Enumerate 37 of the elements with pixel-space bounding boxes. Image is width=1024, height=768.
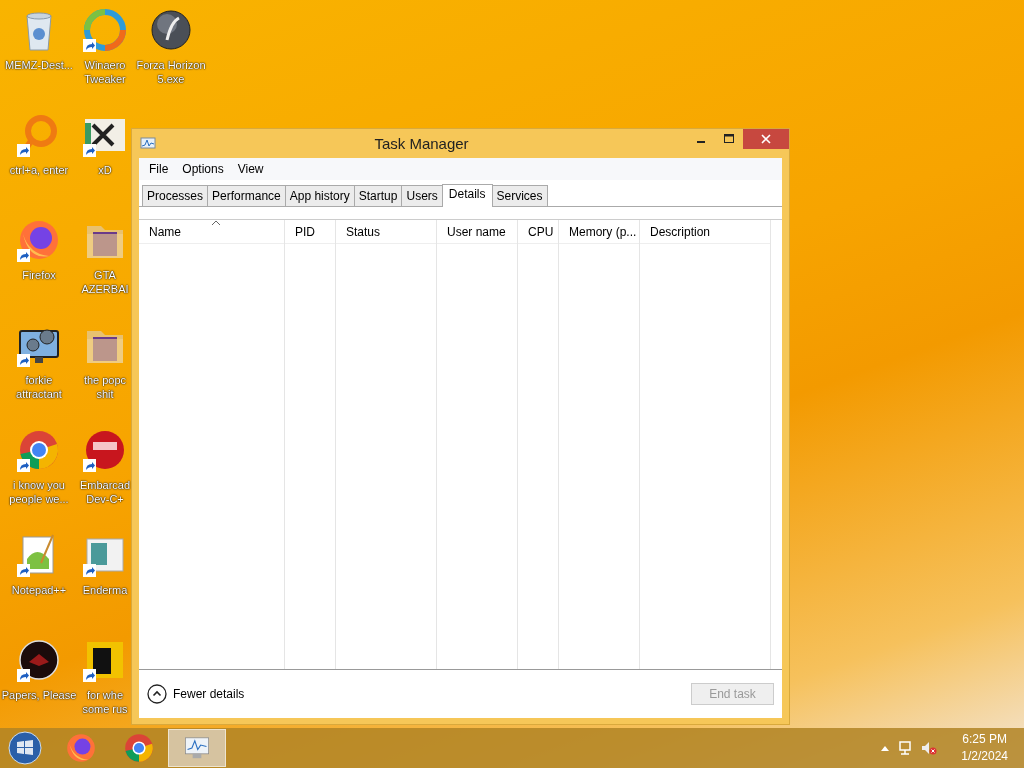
collapse-icon [147,684,167,704]
tab[interactable]: Users [401,185,443,206]
column-header[interactable]: User name [437,220,517,244]
browser-icon [123,732,155,764]
browser-icon [17,218,61,262]
column-header[interactable]: Name [139,220,284,244]
tab[interactable]: Processes [142,185,209,206]
fewer-details-button[interactable]: Fewer details [147,684,245,704]
menu-item[interactable]: View [231,160,270,178]
sort-caret-icon [211,220,220,225]
minimize-icon [697,141,705,143]
menu-item[interactable]: Options [176,160,230,178]
window-title: Task Manager [373,135,470,152]
tab[interactable]: Startup [353,185,403,206]
dark-circle-icon [17,638,61,682]
column-header[interactable]: Status [336,220,436,244]
browser-icon [17,428,61,472]
disc-banner-icon [83,428,127,472]
column-header[interactable]: Memory (p... [559,220,639,244]
tab[interactable]: Services [491,185,548,206]
menu-item[interactable]: File [143,160,175,178]
network-icon[interactable] [897,740,914,756]
taskbar-button[interactable] [168,729,226,767]
tab[interactable]: Performance [207,185,286,206]
show-hidden-icons-icon[interactable] [881,745,890,751]
disc-icon [149,8,193,52]
monitor-chart-icon [140,136,156,151]
tab[interactable]: Details [441,184,493,207]
tab[interactable]: App history [284,185,355,206]
maximize-icon [724,134,734,144]
column-header[interactable]: CPU [518,220,558,244]
column-header[interactable]: Description [640,220,770,244]
column-header[interactable]: PID [285,220,335,244]
volume-muted-icon[interactable] [921,740,938,756]
start-orb-icon[interactable] [8,731,42,765]
browser-icon [65,732,97,764]
close-icon [761,134,771,144]
